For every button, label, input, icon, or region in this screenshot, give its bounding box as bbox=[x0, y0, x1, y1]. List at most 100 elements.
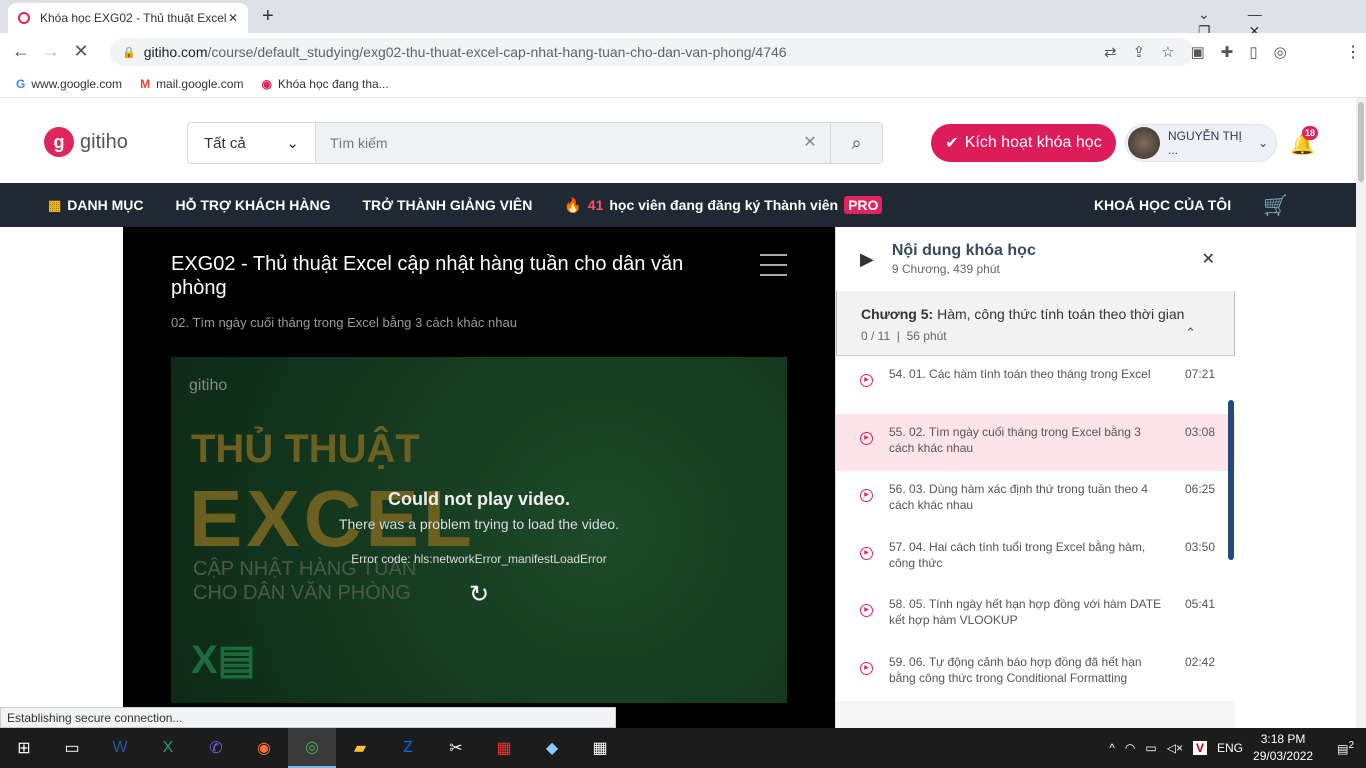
start-icon[interactable]: ⊞ bbox=[0, 738, 48, 758]
nav-catalog[interactable]: ▦ DANH MỤC bbox=[48, 197, 143, 214]
notifications-icon[interactable]: ▤2 bbox=[1337, 740, 1354, 756]
extension-icons[interactable]: ⇄⇪☆▣✚▯◎ bbox=[1104, 43, 1303, 61]
thumbnail-text: THỦ THUẬT bbox=[191, 427, 420, 471]
menu-hamburger-icon[interactable] bbox=[760, 254, 787, 276]
page-scrollbar[interactable] bbox=[1356, 98, 1366, 728]
language-indicator[interactable]: ENG bbox=[1217, 741, 1243, 755]
lesson-item[interactable]: ▶ 57. 04. Hai cách tính tuổi trong Excel … bbox=[836, 528, 1235, 586]
bookmark-gmail[interactable]: Mmail.google.com bbox=[140, 77, 243, 91]
address-bar[interactable]: 🔒 gitiho.com/course/default_studying/exg0… bbox=[110, 38, 1194, 66]
nav-become-teacher[interactable]: TRỞ THÀNH GIẢNG VIÊN bbox=[363, 197, 533, 213]
app-icon[interactable]: ◆ bbox=[528, 738, 576, 758]
back-icon[interactable]: ← bbox=[6, 41, 36, 62]
tab-title: Khóa học EXG02 - Thủ thuật Excel bbox=[40, 11, 227, 25]
word-icon[interactable]: W bbox=[96, 739, 144, 757]
sidebar-header: ▶ Nội dung khóa học 9 Chương, 439 phút ✕ bbox=[836, 227, 1235, 291]
nav-promo[interactable]: 🔥 41 học viên đang đăng ký Thành viên PRO bbox=[564, 196, 883, 214]
lesson-item-title: 54. 01. Các hàm tính toán theo tháng tro… bbox=[889, 367, 1151, 381]
search-input[interactable] bbox=[316, 123, 790, 163]
avatar bbox=[1128, 127, 1160, 159]
lesson-item-title: 56. 03. Dùng hàm xác định thứ trong tuần… bbox=[889, 482, 1148, 512]
sidebar-scrollbar[interactable] bbox=[1228, 400, 1234, 560]
excel-icon[interactable]: X bbox=[144, 739, 192, 757]
status-bar: Establishing secure connection... bbox=[0, 707, 616, 728]
close-tab-icon[interactable]: ✕ bbox=[228, 11, 238, 25]
bookmark-google[interactable]: Gwww.google.com bbox=[16, 77, 122, 91]
video-player[interactable]: gitiho THỦ THUẬT EXCEL CẬP NHẬT HÀNG TUẦ… bbox=[171, 357, 787, 703]
search-button[interactable]: ⌕ bbox=[830, 123, 882, 163]
close-icon[interactable]: ✕ bbox=[1202, 249, 1215, 269]
sidebar-title: Nội dung khóa học bbox=[891, 242, 1036, 259]
menu-icon[interactable]: ⋮ bbox=[1345, 42, 1361, 62]
lesson-item[interactable]: ▶ 56. 03. Dùng hàm xác định thứ trong tuầ… bbox=[836, 471, 1235, 529]
url-path: /course/default_studying/exg02-thu-thuat… bbox=[207, 44, 787, 60]
lesson-item[interactable]: ▶ 54. 01. Các hàm tính toán theo tháng tr… bbox=[836, 356, 1235, 414]
viber-icon[interactable]: ✆ bbox=[192, 738, 240, 758]
grid-icon: ▦ bbox=[48, 196, 62, 213]
chevron-down-icon: ⌄ bbox=[286, 135, 299, 152]
nav-support[interactable]: HỖ TRỢ KHÁCH HÀNG bbox=[175, 197, 330, 213]
app-tray-icon[interactable]: V bbox=[1193, 741, 1208, 755]
activate-course-button[interactable]: ✔ Kích hoạt khóa học bbox=[931, 124, 1116, 162]
chrome-icon[interactable]: ◎ bbox=[288, 728, 336, 768]
app-icon[interactable]: ✂ bbox=[432, 738, 480, 758]
lesson-item-duration: 07:21 bbox=[1184, 367, 1215, 381]
system-tray: ^ ◠ ▭ ◁× V ENG 3:18 PM 29/03/2022 ▤2 bbox=[1109, 728, 1366, 768]
lesson-item[interactable]: ▶ 59. 06. Tự động cảnh báo hợp đồng đã hế… bbox=[836, 643, 1235, 701]
chevron-up-icon: ⌃ bbox=[1185, 325, 1196, 340]
lesson-item[interactable]: ▶ 55. 02. Tìm ngày cuối tháng trong Excel… bbox=[836, 413, 1235, 471]
firefox-icon[interactable]: ◉ bbox=[240, 738, 288, 758]
lesson-item-duration: 06:25 bbox=[1184, 482, 1215, 496]
zalo-icon[interactable]: Z bbox=[384, 739, 432, 757]
bookmark-gitiho[interactable]: ◉ Khóa học đang tha... bbox=[261, 77, 388, 91]
course-content-sidebar: ▶ Nội dung khóa học 9 Chương, 439 phút ✕ … bbox=[835, 227, 1235, 728]
play-circle-icon: ▶ bbox=[860, 489, 873, 502]
error-title: Could not play video. bbox=[387, 489, 570, 509]
battery-icon[interactable]: ▭ bbox=[1145, 741, 1156, 755]
forward-icon[interactable]: → bbox=[36, 41, 66, 62]
course-title: EXG02 - Thủ thuật Excel cập nhật hàng tu… bbox=[171, 253, 684, 299]
clear-search-icon[interactable]: ✕ bbox=[790, 123, 830, 163]
browser-tab[interactable]: Khóa học EXG02 - Thủ thuật Excel ✕ bbox=[8, 3, 248, 33]
wifi-icon[interactable]: ◠ bbox=[1125, 741, 1135, 755]
lesson-item-title: 55. 02. Tìm ngày cuối tháng trong Excel … bbox=[889, 424, 1141, 455]
task-view-icon[interactable]: ▭ bbox=[48, 738, 96, 758]
lesson-item[interactable]: ▶ 58. 05. Tính ngày hết hạn hợp đồng với … bbox=[836, 586, 1235, 644]
play-circle-icon: ▶ bbox=[860, 661, 873, 675]
play-circle-icon: ▶ bbox=[860, 546, 873, 560]
lesson-item-duration: 02:42 bbox=[1184, 654, 1215, 669]
notification-badge: 18 bbox=[1302, 126, 1318, 140]
nav-my-courses[interactable]: KHOÁ HỌC CỦA TÔI bbox=[1094, 197, 1231, 213]
fire-icon: 🔥 bbox=[564, 196, 582, 213]
gitiho-logo[interactable]: g gitiho bbox=[44, 127, 128, 157]
url-host: gitiho.com bbox=[143, 44, 208, 60]
stop-loading-icon[interactable]: ✕ bbox=[66, 41, 96, 62]
error-code: Error code: hls:networkError_manifestLoa… bbox=[351, 552, 607, 566]
error-message: There was a problem trying to load the v… bbox=[338, 516, 620, 532]
lesson-item-title: 59. 06. Tự động cảnh báo hợp đồng đã hết… bbox=[889, 654, 1142, 685]
tab-strip: Khóa học EXG02 - Thủ thuật Excel ✕ + ⌄—❐✕ bbox=[0, 0, 1366, 39]
search-category-select[interactable]: Tất cả ⌄ bbox=[188, 123, 316, 163]
new-tab-button[interactable]: + bbox=[262, 5, 274, 28]
lesson-title: 02. Tìm ngày cuối tháng trong Excel bằng… bbox=[171, 315, 517, 330]
calculator-icon[interactable]: ▦ bbox=[576, 738, 624, 758]
user-menu[interactable]: NGUYỄN THỊ ... ⌄ bbox=[1125, 124, 1277, 162]
clock[interactable]: 3:18 PM 29/03/2022 bbox=[1253, 731, 1313, 765]
chevron-up-icon[interactable]: ^ bbox=[1109, 741, 1115, 755]
windows-taskbar: ⊞ ▭ W X ✆ ◉ ◎ ▰ Z ✂ ▦ ◆ ▦ ^ ◠ ▭ ◁× V ENG… bbox=[0, 728, 1366, 768]
gitiho-favicon-icon bbox=[18, 12, 30, 24]
lock-icon: 🔒 bbox=[122, 46, 136, 59]
app-icon[interactable]: ▦ bbox=[480, 738, 528, 758]
chapter-header[interactable]: Chương 5: Hàm, công thức tính toán theo … bbox=[836, 291, 1235, 356]
main-nav: ▦ DANH MỤC HỖ TRỢ KHÁCH HÀNG TRỞ THÀNH GI… bbox=[0, 183, 1356, 227]
thumbnail-logo: gitiho bbox=[189, 377, 228, 394]
logo-icon: g bbox=[44, 127, 74, 157]
volume-muted-icon[interactable]: ◁× bbox=[1167, 741, 1183, 755]
lesson-item-duration: 05:41 bbox=[1184, 597, 1215, 611]
file-explorer-icon[interactable]: ▰ bbox=[336, 738, 384, 758]
reload-icon[interactable]: ↻ bbox=[171, 580, 787, 609]
error-overlay: Could not play video. There was a proble… bbox=[171, 489, 787, 609]
search-bar: Tất cả⌄ ✕ ⌕ bbox=[187, 122, 883, 164]
play-circle-icon: ▶ bbox=[860, 374, 873, 387]
cart-icon[interactable]: 🛒 bbox=[1263, 193, 1288, 218]
